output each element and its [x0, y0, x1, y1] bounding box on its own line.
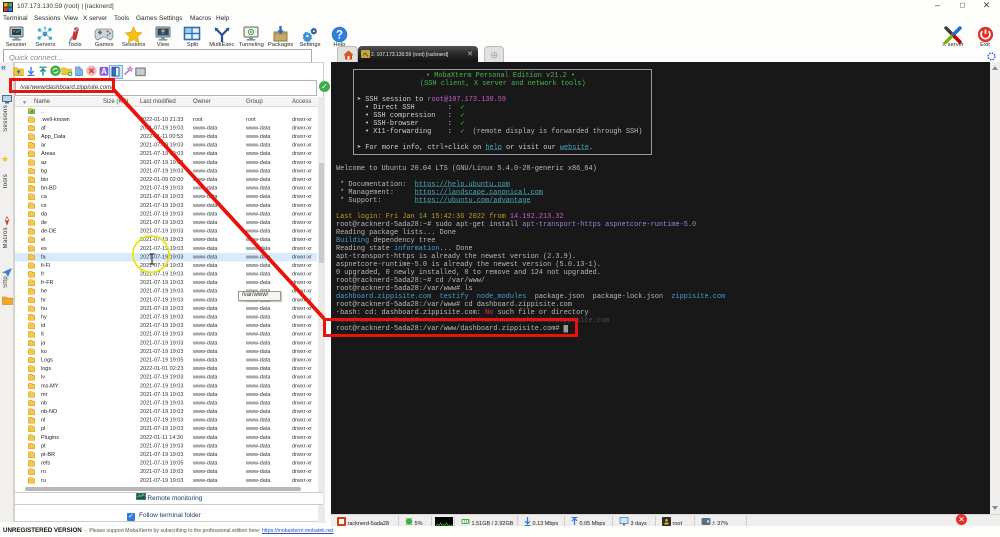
svg-text:?: ? [336, 30, 343, 42]
svg-text:A: A [101, 67, 107, 76]
